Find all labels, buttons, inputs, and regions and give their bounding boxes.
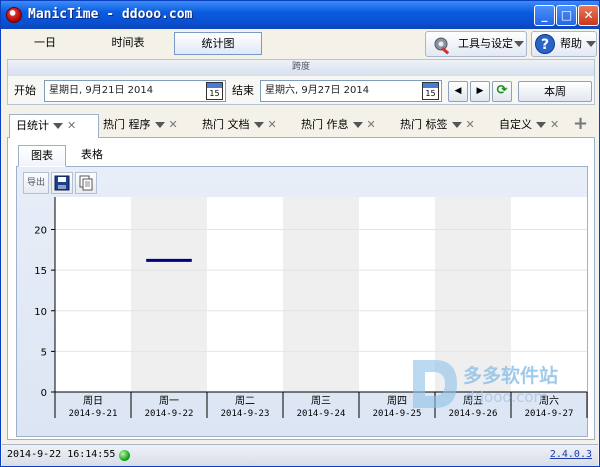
tab-timeline[interactable]: 时间表 [90,32,166,55]
minimize-button[interactable]: _ [534,5,555,26]
window-title: ManicTime - ddooo.com [28,7,193,22]
close-tab-icon[interactable]: ✕ [367,114,376,136]
subtab-top-documents[interactable]: 热门 文档 ✕ [202,114,300,138]
tools-icon [434,37,450,55]
chevron-down-icon [536,122,546,128]
arrow-left-icon: ◀ [454,86,462,96]
span-header: 跨度 [8,60,594,76]
subtab-top-programs[interactable]: 热门 程序 ✕ [103,114,199,138]
close-tab-icon[interactable]: ✕ [466,114,475,136]
tab-statistics[interactable]: 统计图 [174,32,262,55]
start-label: 开始 [14,84,36,97]
chevron-down-icon [514,41,524,47]
chevron-down-icon [451,122,462,128]
close-tab-icon[interactable]: ✕ [550,114,559,136]
chevron-down-icon [586,41,596,47]
previous-week-button[interactable]: ◀ [448,81,468,102]
x-tick-label: 周日 [83,395,103,407]
calendar-icon[interactable]: 15 [422,82,439,100]
maximize-button[interactable]: □ [556,5,577,26]
date-span-panel: 跨度 开始 星期日, 9月21日 2014 15 结束 星期六, 9月27日 2… [7,59,595,105]
end-label: 结束 [232,84,254,97]
x-tick-label: 周四 [387,395,407,407]
end-date-field[interactable]: 星期六, 9月27日 2014 15 [260,80,442,102]
y-tick-label: 15 [34,266,47,277]
start-date-value: 星期日, 9月21日 2014 [49,85,154,96]
subtab-label: 热门 标签 [400,118,448,131]
main-toolbar: 一日 时间表 统计图 工具与设定 ? 帮助 [2,30,598,57]
close-tab-icon[interactable]: ✕ [268,114,277,136]
end-date-value: 星期六, 9月27日 2014 [265,85,370,96]
refresh-button[interactable]: ⟳ [492,81,512,102]
tools-settings-label: 工具与设定 [458,37,513,50]
subtab-top-schedule[interactable]: 热门 作息 ✕ [301,114,399,138]
view-tabs: 图表 表格 [16,145,588,167]
chevron-down-icon [352,122,363,128]
help-button[interactable]: ? 帮助 [531,31,597,57]
start-date-field[interactable]: 星期日, 9月21日 2014 15 [44,80,226,102]
x-tick-label: 周三 [311,395,331,407]
watermark-sub: ddooo.com [465,388,548,406]
status-indicator-icon [119,450,130,461]
close-tab-icon[interactable]: ✕ [169,114,178,136]
subtab-label: 热门 程序 [103,118,151,131]
refresh-icon: ⟳ [496,83,508,98]
close-button[interactable]: ✕ [578,5,599,26]
day-column-shade [131,197,207,392]
close-tab-icon[interactable]: ✕ [67,115,76,137]
subtab-custom[interactable]: 自定义 ✕ [499,114,577,138]
y-tick-label: 10 [34,307,47,318]
subtab-daily-stats[interactable]: 日统计 ✕ [9,114,99,138]
x-tick-date: 2014-9-23 [221,409,270,419]
x-tick-date: 2014-9-21 [69,409,118,419]
day-column-shade [283,197,359,392]
add-tab-icon[interactable]: + [573,114,591,138]
tools-settings-button[interactable]: 工具与设定 [425,31,527,57]
watermark: 多多软件站 ddooo.com [413,360,558,408]
help-label: 帮助 [560,37,582,50]
tab-chart[interactable]: 图表 [18,145,66,167]
tab-one-day[interactable]: 一日 [10,32,80,55]
calendar-icon[interactable]: 15 [206,82,223,100]
app-logo-icon [6,7,22,23]
title-bar[interactable]: ManicTime - ddooo.com _ □ ✕ [1,1,599,29]
chevron-down-icon [154,122,165,128]
app-window: ManicTime - ddooo.com _ □ ✕ 一日 时间表 统计图 工… [0,0,600,467]
y-tick-label: 20 [34,226,47,237]
watermark-main: 多多软件站 [463,364,558,387]
status-datetime: 2014-9-22 16:14:55 [7,449,116,460]
subtab-label: 热门 作息 [301,118,349,131]
chevron-down-icon [53,123,63,129]
statistics-tabs: 日统计 ✕ 热门 程序 ✕ 热门 文档 ✕ 热门 作息 ✕ 热门 标签 ✕ 自定义 ✕ + [7,110,595,138]
x-tick-date: 2014-9-24 [297,409,346,419]
y-tick-label: 0 [41,388,47,399]
version-link[interactable]: 2.4.0.3 [550,449,592,460]
chevron-down-icon [253,122,264,128]
subtab-label: 自定义 [499,118,532,131]
svg-text:?: ? [541,37,549,53]
statistics-content: 图表 表格 导出 0 5 10 15 20 周日 2014-9-21 周一 20… [7,138,595,440]
y-tick-label: 5 [41,347,47,358]
next-week-button[interactable]: ▶ [470,81,490,102]
x-tick-label: 周二 [235,395,255,407]
subtab-label: 热门 文档 [202,118,250,131]
this-week-button[interactable]: 本周 [518,81,592,102]
chart-panel: 导出 0 5 10 15 20 周日 2014-9-21 周一 2014-9-2… [16,167,588,437]
x-tick-label: 周一 [159,395,179,407]
tab-table[interactable]: 表格 [68,145,116,167]
subtab-label: 日统计 [16,119,49,132]
subtab-top-tags[interactable]: 热门 标签 ✕ [400,114,498,138]
status-bar: 2014-9-22 16:14:55 2.4.0.3 [2,444,598,466]
arrow-right-icon: ▶ [476,86,484,96]
x-tick-date: 2014-9-22 [145,409,194,419]
help-icon: ? [535,34,555,54]
